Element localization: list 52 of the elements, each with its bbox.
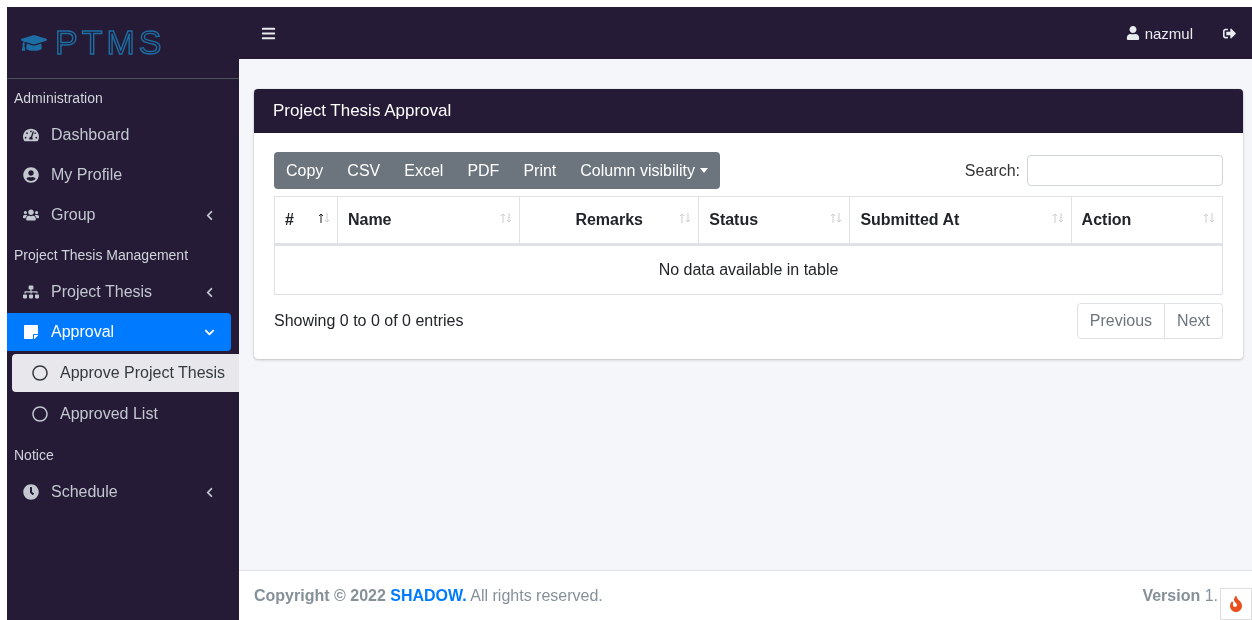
copyright-text: Copyright © 2022 SHADOW. All rights reserved. — [254, 586, 603, 605]
nav-header: Project Thesis Management — [13, 246, 190, 265]
nav-subitem[interactable]: Approved List — [12, 395, 239, 433]
export-button[interactable]: Copy — [274, 152, 336, 189]
nav-item[interactable]: Schedule — [7, 473, 231, 511]
nav-label: Group — [51, 206, 96, 224]
nav-header: Notice — [13, 446, 55, 465]
empty-table-message: No data available in table — [274, 244, 1223, 295]
gauge-icon — [23, 127, 39, 143]
nav-header: Administration — [13, 89, 104, 108]
export-button[interactable]: Excel — [392, 152, 456, 189]
note-icon — [23, 324, 39, 340]
nav-label: Approved List — [60, 405, 158, 423]
nav-label: Dashboard — [51, 126, 130, 144]
clock-icon — [23, 484, 39, 500]
users-icon — [23, 207, 39, 223]
export-button[interactable]: Column visibility — [568, 152, 720, 189]
column-header[interactable]: Name — [337, 196, 520, 245]
nav-label: Approval — [51, 323, 115, 341]
version-text: Version 1. — [1142, 586, 1218, 605]
column-header[interactable]: Action — [1071, 196, 1223, 245]
user-icon — [1125, 26, 1140, 40]
nav-label: My Profile — [51, 166, 123, 184]
table-info: Showing 0 to 0 of 0 entries — [274, 312, 464, 330]
sitemap-icon — [23, 284, 39, 300]
menu-button[interactable] — [261, 25, 276, 41]
logo-text: PTMS — [55, 23, 166, 62]
nav-item[interactable]: My Profile — [7, 156, 231, 194]
nav-item[interactable]: Dashboard — [7, 116, 231, 154]
column-header[interactable]: Status — [698, 196, 850, 245]
logout-icon — [1223, 26, 1236, 40]
logout-button[interactable] — [1223, 26, 1236, 40]
search-label: Search: — [964, 161, 1020, 180]
nav-label: Project Thesis — [51, 283, 153, 301]
nav-subitem[interactable]: Approve Project Thesis — [12, 354, 239, 392]
nav-item[interactable]: Project Thesis — [7, 273, 231, 311]
nav-label: Approve Project Thesis — [60, 364, 226, 382]
column-header[interactable]: # — [274, 196, 338, 245]
menu-icon — [261, 25, 276, 41]
nav-item[interactable]: Approval — [7, 313, 231, 351]
flame-icon[interactable] — [1220, 588, 1252, 620]
column-header[interactable]: Submitted At — [849, 196, 1072, 245]
export-button[interactable]: Print — [511, 152, 569, 189]
column-header[interactable]: Remarks — [519, 196, 699, 245]
nav-item[interactable]: Group — [7, 196, 231, 234]
export-button[interactable]: PDF — [455, 152, 512, 189]
search-field[interactable] — [1027, 155, 1223, 186]
nav-label: Schedule — [51, 483, 118, 501]
export-button[interactable]: CSV — [335, 152, 393, 189]
user-menu[interactable]: nazmul — [1125, 24, 1193, 42]
card-title: Project Thesis Approval — [254, 89, 1243, 133]
copyright-link[interactable]: SHADOW. — [390, 586, 467, 604]
